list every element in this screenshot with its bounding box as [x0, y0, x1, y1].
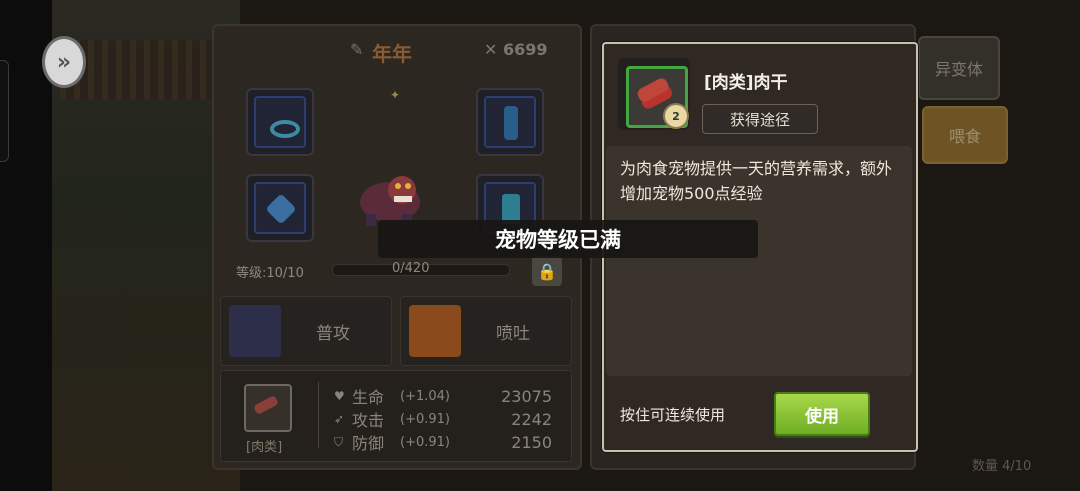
use-button[interactable]: 使用	[774, 392, 870, 436]
mutant-tab[interactable]: 异变体	[918, 36, 1000, 100]
skill-label: 喷吐	[496, 324, 530, 344]
item-count-badge: 2	[663, 103, 689, 129]
lock-icon[interactable]: 🔒	[532, 256, 562, 286]
stat-row-defense: ⛉ 防御 (+0.91) 2150	[334, 430, 552, 454]
fire-breath-icon	[409, 305, 461, 357]
food-category: [肉类]	[246, 440, 283, 455]
feed-tab[interactable]: 喂食	[922, 106, 1008, 164]
stat-name: 防御	[352, 434, 385, 453]
stat-growth: (+1.04)	[400, 388, 450, 404]
stat-growth: (+0.91)	[400, 411, 450, 427]
rename-pencil-icon[interactable]: ✎	[350, 40, 366, 59]
exp-text: 0/420	[392, 261, 430, 276]
skill-label: 普攻	[316, 324, 350, 344]
stat-row-hp: ♥ 生命 (+1.04) 23075	[334, 384, 552, 408]
expand-chevron-icon[interactable]: »	[42, 36, 86, 88]
stats-divider	[318, 382, 319, 448]
slot-frame	[254, 96, 306, 148]
sparkle-icon: ✦	[390, 88, 401, 102]
toast-message: 宠物等级已满	[495, 228, 621, 252]
slot-frame	[254, 182, 306, 234]
item-name: [肉类]肉干	[704, 73, 788, 93]
ring-icon	[270, 120, 300, 138]
stat-value: 2150	[511, 432, 552, 452]
stat-value: 2242	[511, 409, 552, 429]
stat-name: 生命	[352, 388, 385, 407]
heart-icon: ♥	[334, 389, 345, 403]
stat-value: 23075	[501, 386, 552, 406]
meat-icon	[253, 394, 279, 416]
quantity-label: 数量 4/10	[972, 459, 1032, 474]
food-slot[interactable]	[244, 384, 292, 432]
stat-name: 攻击	[352, 411, 385, 430]
power-value: ✕ 6699	[484, 40, 548, 59]
stat-growth: (+0.91)	[400, 434, 450, 450]
skill-card-normal-attack[interactable]: 普攻	[220, 296, 392, 366]
equip-slot-bottle[interactable]	[476, 88, 544, 156]
equip-slot-gem[interactable]	[246, 174, 314, 242]
pet-name: 年年	[372, 42, 412, 66]
pet-level: 等级:10/10	[236, 266, 304, 281]
skill-card-breath[interactable]: 喷吐	[400, 296, 572, 366]
stat-row-attack: ➶ 攻击 (+0.91) 2242	[334, 407, 552, 431]
meat-icon	[635, 76, 671, 104]
slot-frame	[484, 96, 536, 148]
gem-icon	[265, 193, 297, 225]
jerky-item-icon: 2	[626, 66, 689, 129]
item-description: 为肉食宠物提供一天的营养需求，额外增加宠物500点经验	[620, 159, 893, 203]
hold-to-repeat-hint: 按住可连续使用	[620, 406, 726, 424]
shield-icon: ⛉	[334, 434, 344, 449]
side-tab[interactable]	[0, 60, 9, 162]
bottle-icon	[504, 106, 518, 140]
power-number: 6699	[502, 40, 548, 59]
sword-icon: ➶	[334, 412, 345, 426]
equip-slot-ring[interactable]	[246, 88, 314, 156]
toast: 宠物等级已满	[378, 220, 758, 258]
obtain-source-button[interactable]: 获得途径	[702, 104, 818, 134]
claw-icon	[229, 305, 281, 357]
